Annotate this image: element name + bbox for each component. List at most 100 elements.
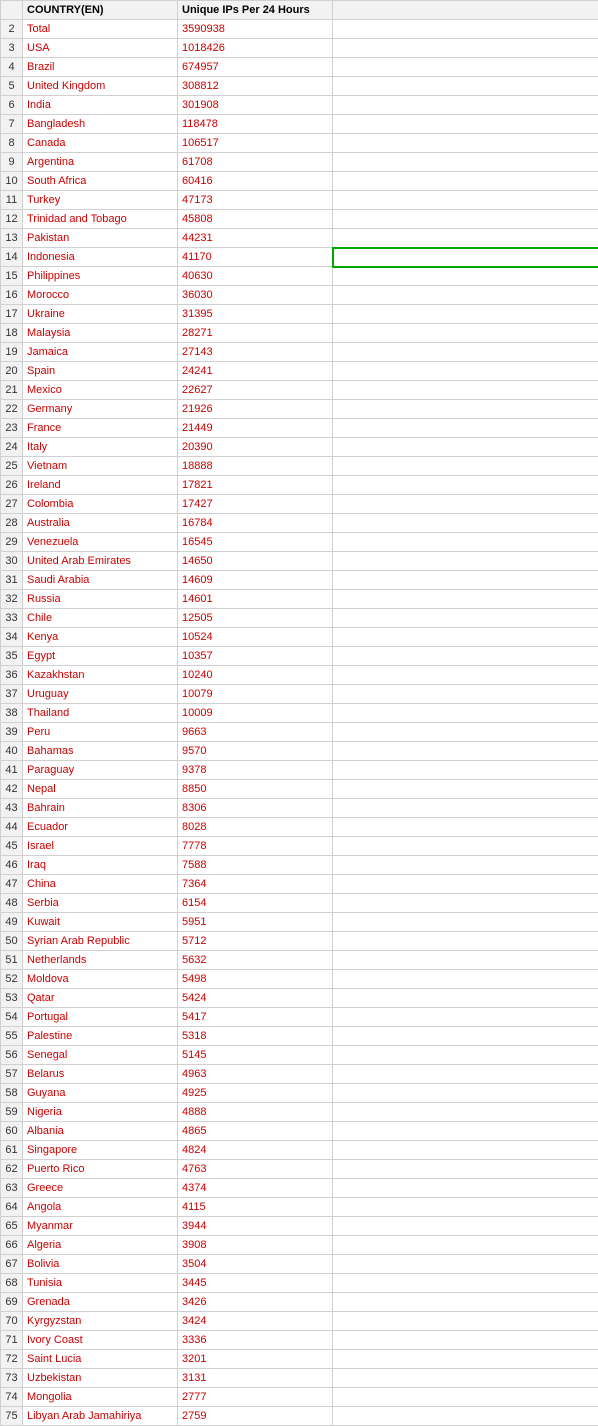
unique-ips: 4888 [178, 1103, 333, 1122]
row-number: 19 [1, 343, 23, 362]
row-number: 69 [1, 1293, 23, 1312]
country-name: Turkey [23, 191, 178, 210]
country-name: Vietnam [23, 457, 178, 476]
country-name: Netherlands [23, 951, 178, 970]
row-number: 44 [1, 818, 23, 837]
extra-cell [333, 495, 598, 514]
country-name: Egypt [23, 647, 178, 666]
table-row: 45Israel7778 [1, 837, 598, 856]
row-number: 18 [1, 324, 23, 343]
table-row: 75Libyan Arab Jamahiriya2759 [1, 1407, 598, 1426]
unique-ips: 8850 [178, 780, 333, 799]
unique-ips: 3908 [178, 1236, 333, 1255]
country-name: Trinidad and Tobago [23, 210, 178, 229]
unique-ips: 7588 [178, 856, 333, 875]
extra-cell [333, 1331, 598, 1350]
extra-cell [333, 590, 598, 609]
extra-cell [333, 894, 598, 913]
country-name: Pakistan [23, 229, 178, 248]
unique-ips: 10009 [178, 704, 333, 723]
table-row: 38Thailand10009 [1, 704, 598, 723]
country-name: Albania [23, 1122, 178, 1141]
country-name: South Africa [23, 172, 178, 191]
table-row: 68Tunisia3445 [1, 1274, 598, 1293]
extra-cell [333, 267, 598, 286]
country-name: Indonesia [23, 248, 178, 267]
extra-cell [333, 438, 598, 457]
table-row: 2Total3590938 [1, 20, 598, 39]
country-name: Myanmar [23, 1217, 178, 1236]
row-number: 5 [1, 77, 23, 96]
table-row: 20Spain24241 [1, 362, 598, 381]
table-row: 22Germany21926 [1, 400, 598, 419]
table-row: 44Ecuador8028 [1, 818, 598, 837]
unique-ips: 3201 [178, 1350, 333, 1369]
table-row: 29Venezuela16545 [1, 533, 598, 552]
extra-cell [333, 704, 598, 723]
country-name: Total [23, 20, 178, 39]
table-row: 46Iraq7588 [1, 856, 598, 875]
row-number: 24 [1, 438, 23, 457]
country-name: Nepal [23, 780, 178, 799]
country-name: Kyrgyzstan [23, 1312, 178, 1331]
extra-cell [333, 1369, 598, 1388]
unique-ips: 14601 [178, 590, 333, 609]
table-row: 3USA1018426 [1, 39, 598, 58]
table-row: 15Philippines40630 [1, 267, 598, 286]
country-name: Nigeria [23, 1103, 178, 1122]
table-row: 36Kazakhstan10240 [1, 666, 598, 685]
row-number: 64 [1, 1198, 23, 1217]
unique-ips: 308812 [178, 77, 333, 96]
extra-cell [333, 609, 598, 628]
ips-header: Unique IPs Per 24 Hours [178, 1, 333, 20]
extra-cell [333, 1046, 598, 1065]
table-row: 67Bolivia3504 [1, 1255, 598, 1274]
country-name: Tunisia [23, 1274, 178, 1293]
table-row: 65Myanmar3944 [1, 1217, 598, 1236]
country-name: Philippines [23, 267, 178, 286]
extra-cell [333, 210, 598, 229]
country-name: Germany [23, 400, 178, 419]
table-row: 66Algeria3908 [1, 1236, 598, 1255]
unique-ips: 17427 [178, 495, 333, 514]
country-name: China [23, 875, 178, 894]
unique-ips: 5318 [178, 1027, 333, 1046]
extra-cell [333, 400, 598, 419]
table-row: 32Russia14601 [1, 590, 598, 609]
country-name: Mexico [23, 381, 178, 400]
row-num-header [1, 1, 23, 20]
row-number: 58 [1, 1084, 23, 1103]
unique-ips: 1018426 [178, 39, 333, 58]
country-name: Belarus [23, 1065, 178, 1084]
country-name: Malaysia [23, 324, 178, 343]
row-number: 48 [1, 894, 23, 913]
country-name: Bahamas [23, 742, 178, 761]
country-name: Israel [23, 837, 178, 856]
country-name: Ecuador [23, 818, 178, 837]
row-number: 65 [1, 1217, 23, 1236]
unique-ips: 45808 [178, 210, 333, 229]
country-name: Russia [23, 590, 178, 609]
row-number: 14 [1, 248, 23, 267]
row-number: 59 [1, 1103, 23, 1122]
country-name: Argentina [23, 153, 178, 172]
unique-ips: 18888 [178, 457, 333, 476]
unique-ips: 3131 [178, 1369, 333, 1388]
country-name: Thailand [23, 704, 178, 723]
extra-cell [333, 818, 598, 837]
country-name: Saint Lucia [23, 1350, 178, 1369]
extra-cell [333, 115, 598, 134]
extra-cell [333, 552, 598, 571]
table-row: 71Ivory Coast3336 [1, 1331, 598, 1350]
row-number: 37 [1, 685, 23, 704]
table-row: 28Australia16784 [1, 514, 598, 533]
country-name: Morocco [23, 286, 178, 305]
unique-ips: 8028 [178, 818, 333, 837]
unique-ips: 24241 [178, 362, 333, 381]
unique-ips: 5424 [178, 989, 333, 1008]
row-number: 32 [1, 590, 23, 609]
row-number: 63 [1, 1179, 23, 1198]
table-row: 58Guyana4925 [1, 1084, 598, 1103]
row-number: 46 [1, 856, 23, 875]
extra-cell [333, 1350, 598, 1369]
